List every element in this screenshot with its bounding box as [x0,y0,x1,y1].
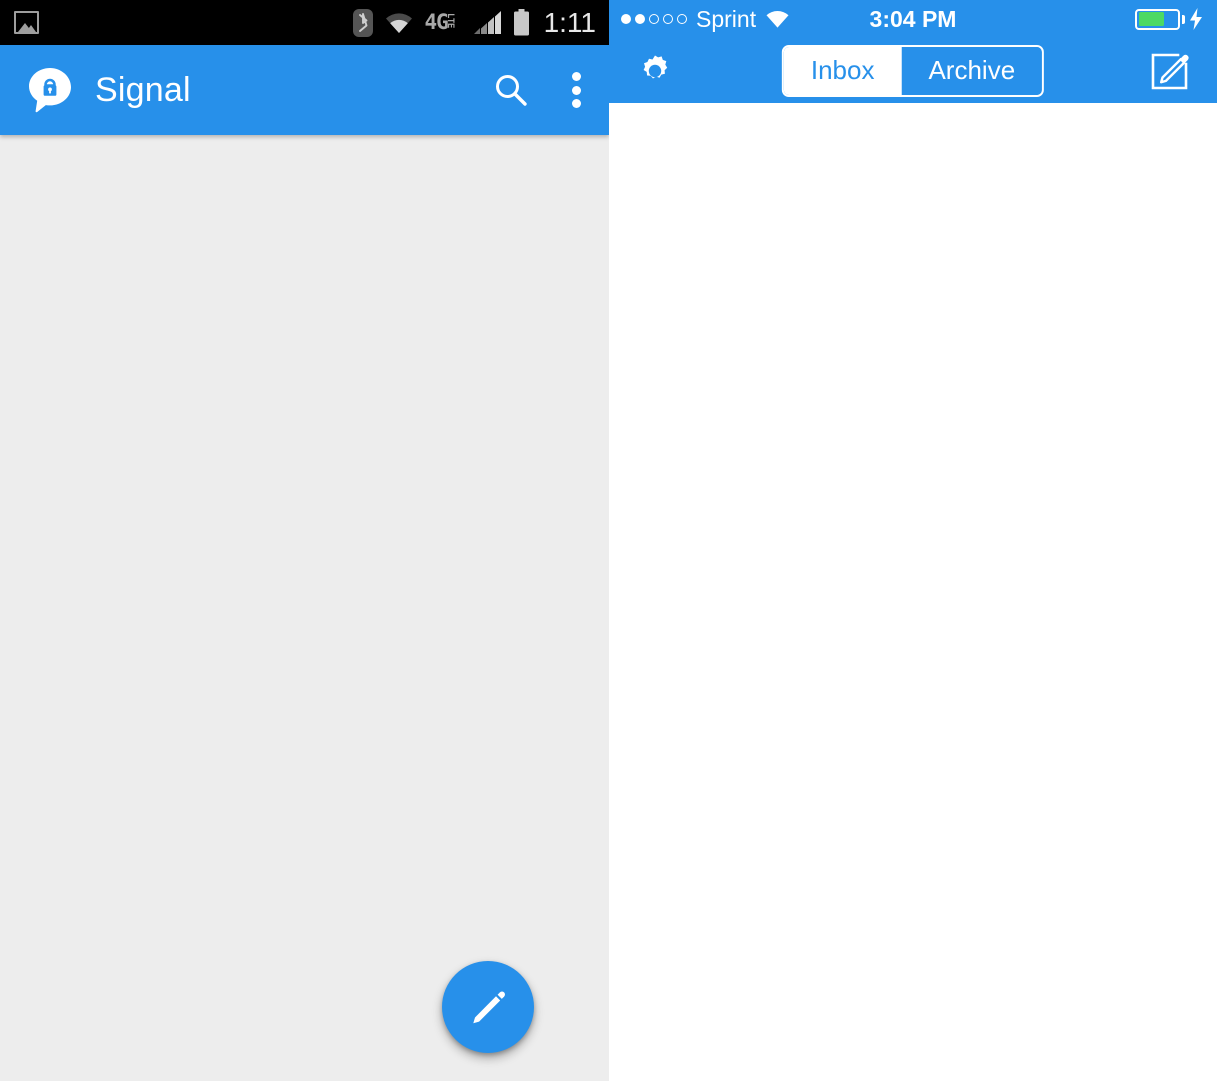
overflow-dot [571,72,581,81]
ios-status-right [1135,8,1203,30]
signal-dot-filled [635,14,645,24]
wifi-icon [765,9,790,29]
android-status-bar: 4G LTE 1:11 [0,0,609,45]
ios-status-left: Sprint [621,6,790,33]
ios-signal-screen: Sprint 3:04 PM Inbox Archive [609,0,1217,1081]
android-status-right: 4G LTE 1:11 [352,6,596,38]
network-type-icon: 4G LTE [425,12,463,33]
pencil-compose-icon [466,985,510,1029]
ios-status-bar: Sprint 3:04 PM [609,0,1217,38]
photo-notification-icon [14,11,39,34]
page-title: Signal [95,70,191,109]
overflow-dot [571,99,581,108]
search-icon[interactable] [493,72,529,108]
dual-phone-screenshot: 4G LTE 1:11 Signal Sprint 3:04 PM Inbox … [0,0,1217,1081]
android-conversation-list [0,135,609,1081]
ios-archive-list [609,103,1217,1081]
overflow-menu-icon[interactable] [571,70,581,110]
charging-bolt-icon [1185,8,1203,30]
android-clock: 1:11 [543,6,596,38]
cellular-signal-dots-icon [621,14,687,24]
android-app-bar: Signal [0,45,609,135]
battery-level-fill [1138,12,1164,26]
carrier-label: Sprint [696,5,757,32]
signal-dot-filled [621,14,631,24]
inbox-archive-segmented-control[interactable]: Inbox Archive [781,44,1045,97]
new-conversation-fab[interactable] [442,961,534,1053]
tab-inbox[interactable]: Inbox [783,46,902,95]
ios-nav-bar: Inbox Archive [609,38,1217,103]
gear-icon[interactable] [635,51,675,91]
signal-dot-empty [677,14,687,24]
signal-lock-bubble-logo [26,66,74,114]
battery-icon [513,9,530,36]
battery-icon [1135,8,1185,30]
tab-archive[interactable]: Archive [901,46,1043,95]
android-signal-screen: 4G LTE 1:11 Signal [0,0,609,1081]
network-sub-label: LTE [444,13,455,28]
android-status-left [14,11,39,34]
ios-top-bar: Sprint 3:04 PM Inbox Archive [609,0,1217,103]
app-bar-actions [493,70,581,110]
overflow-dot [571,85,581,95]
signal-bars-icon [473,10,502,35]
compose-square-pencil-icon[interactable] [1149,50,1191,92]
signal-dot-empty [649,14,659,24]
signal-dot-empty [663,14,673,24]
wifi-icon [384,11,414,35]
battery-nub [1182,14,1185,24]
bluetooth-icon [352,8,373,37]
